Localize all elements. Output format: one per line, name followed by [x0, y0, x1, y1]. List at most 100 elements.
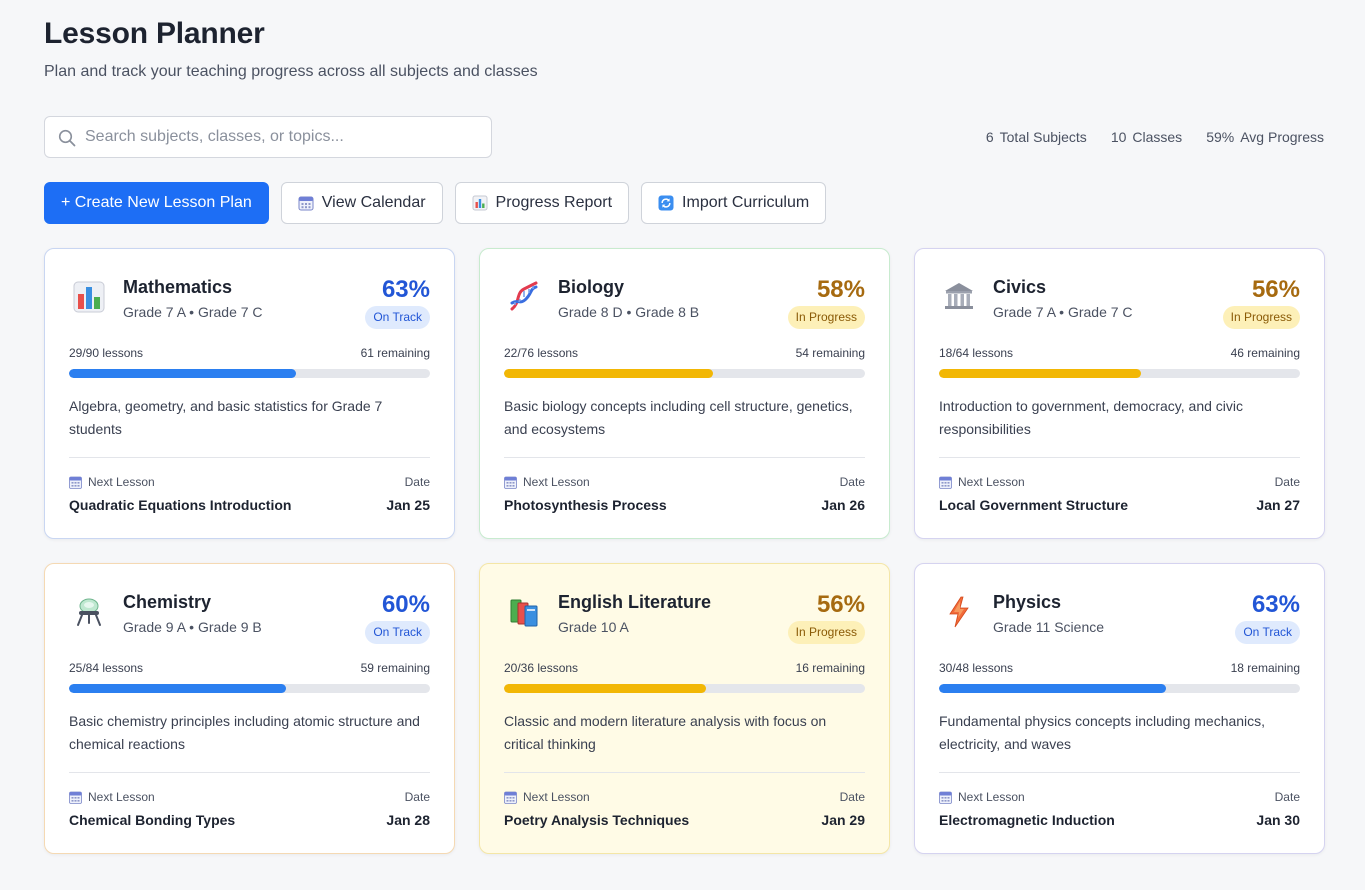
dna-icon: [510, 281, 538, 311]
search-box[interactable]: [44, 116, 492, 158]
next-lesson-date: Jan 26: [821, 497, 865, 513]
stat-total-subjects: 6 Total Subjects: [986, 129, 1087, 145]
next-lesson-title: Poetry Analysis Techniques: [504, 812, 690, 828]
next-lesson-title: Photosynthesis Process: [504, 497, 667, 513]
divider: [69, 772, 430, 773]
import-curriculum-button[interactable]: Import Curriculum: [641, 182, 827, 224]
subject-description: Basic chemistry principles including ato…: [69, 713, 420, 752]
progress-bar-fill: [69, 684, 286, 693]
view-calendar-button[interactable]: View Calendar: [280, 182, 443, 224]
calendar-icon: [939, 791, 952, 804]
search-input[interactable]: [85, 117, 485, 157]
subject-card-english-literature[interactable]: English Literature Grade 10 A 56% In Pro…: [479, 563, 890, 854]
divider: [69, 457, 430, 458]
subject-name: Civics: [993, 277, 1047, 297]
calendar-icon: [939, 476, 952, 489]
subject-classes: Grade 11 Science: [993, 619, 1105, 635]
next-lesson-date: Jan 25: [386, 497, 430, 513]
calendar-icon: [298, 196, 314, 211]
next-lesson-label-text: Next Lesson: [523, 475, 590, 489]
next-lesson-title: Electromagnetic Induction: [939, 812, 1115, 828]
calendar-icon: [69, 476, 82, 489]
progress-bar: [504, 684, 865, 693]
status-badge: On Track: [1235, 621, 1300, 644]
subject-name: English Literature: [558, 592, 712, 612]
date-label: Date: [1274, 475, 1300, 489]
status-badge: In Progress: [787, 306, 865, 329]
lessons-remaining: 61 remaining: [360, 346, 430, 360]
date-label: Date: [404, 790, 430, 804]
progress-bar: [504, 369, 865, 378]
date-label: Date: [1274, 790, 1300, 804]
progress-percent: 60%: [381, 591, 430, 618]
search-icon: [58, 129, 76, 147]
subject-name: Chemistry: [123, 592, 212, 612]
date-label: Date: [839, 790, 865, 804]
stat-avg-progress: 59% Avg Progress: [1206, 129, 1324, 145]
lessons-remaining: 46 remaining: [1230, 346, 1300, 360]
status-badge: On Track: [365, 621, 430, 644]
subject-card-physics[interactable]: Physics Grade 11 Science 63% On Track 30…: [914, 563, 1325, 854]
progress-bar: [69, 684, 430, 693]
next-lesson-title: Quadratic Equations Introduction: [69, 497, 292, 513]
date-label: Date: [404, 475, 430, 489]
stat-label: Avg Progress: [1240, 129, 1324, 145]
calendar-icon: [69, 791, 82, 804]
lessons-count: 22/76 lessons: [504, 346, 579, 360]
status-badge: In Progress: [787, 621, 865, 644]
refresh-icon: [658, 195, 674, 211]
view-calendar-label: View Calendar: [321, 194, 426, 211]
next-lesson-label: Next Lesson: [504, 475, 590, 489]
progress-bar-fill: [69, 369, 297, 378]
government-building-icon: [945, 283, 973, 309]
next-lesson-label: Next Lesson: [504, 790, 590, 804]
stat-value: 6: [985, 129, 994, 145]
next-lesson-title: Local Government Structure: [939, 497, 1129, 513]
progress-bar-fill: [504, 684, 707, 693]
progress-percent: 63%: [381, 276, 430, 303]
subject-description: Basic biology concepts including cell st…: [504, 398, 853, 437]
subject-classes: Grade 8 D • Grade 8 B: [558, 304, 700, 320]
create-lesson-plan-button[interactable]: + Create New Lesson Plan: [44, 182, 269, 224]
subject-card-chemistry[interactable]: Chemistry Grade 9 A • Grade 9 B 60% On T…: [44, 563, 455, 854]
subject-description: Algebra, geometry, and basic statistics …: [69, 398, 383, 437]
subject-card-mathematics[interactable]: Mathematics Grade 7 A • Grade 7 C 63% On…: [44, 248, 455, 539]
progress-percent: 56%: [1251, 276, 1300, 303]
progress-bar: [69, 369, 430, 378]
subject-description: Classic and modern literature analysis w…: [504, 713, 827, 752]
progress-percent: 56%: [816, 591, 865, 618]
books-icon: [510, 599, 538, 627]
next-lesson-label-text: Next Lesson: [88, 475, 155, 489]
calendar-icon: [504, 791, 517, 804]
subject-classes: Grade 10 A: [558, 619, 629, 635]
progress-report-label: Progress Report: [495, 194, 613, 211]
next-lesson-label: Next Lesson: [69, 790, 155, 804]
progress-bar: [939, 369, 1300, 378]
next-lesson-date: Jan 27: [1256, 497, 1300, 513]
subject-grid: Mathematics Grade 7 A • Grade 7 C 63% On…: [44, 248, 1325, 854]
divider: [504, 457, 865, 458]
next-lesson-date: Jan 30: [1256, 812, 1300, 828]
page-title: Lesson Planner: [44, 17, 265, 50]
progress-bar-fill: [504, 369, 714, 378]
stat-label: Total Subjects: [999, 129, 1087, 145]
calendar-icon: [504, 476, 517, 489]
page-subtitle: Plan and track your teaching progress ac…: [44, 63, 538, 80]
date-label: Date: [839, 475, 865, 489]
subject-description: Fundamental physics concepts including m…: [939, 713, 1266, 752]
status-badge: On Track: [365, 306, 430, 329]
stat-value: 59%: [1206, 129, 1235, 145]
next-lesson-label-text: Next Lesson: [523, 790, 590, 804]
divider: [939, 457, 1300, 458]
subject-card-biology[interactable]: Biology Grade 8 D • Grade 8 B 58% In Pro…: [479, 248, 890, 539]
next-lesson-date: Jan 28: [386, 812, 430, 828]
subject-classes: Grade 7 A • Grade 7 C: [993, 304, 1133, 320]
next-lesson-date: Jan 29: [821, 812, 865, 828]
lessons-remaining: 54 remaining: [795, 346, 865, 360]
lessons-remaining: 16 remaining: [795, 661, 865, 675]
subject-card-civics[interactable]: Civics Grade 7 A • Grade 7 C 56% In Prog…: [914, 248, 1325, 539]
progress-report-button[interactable]: Progress Report: [454, 182, 630, 224]
next-lesson-label: Next Lesson: [69, 475, 155, 489]
lessons-remaining: 18 remaining: [1230, 661, 1300, 675]
summary-stats: 6 Total Subjects 10 Classes 59% Avg Progres…: [986, 129, 1324, 145]
